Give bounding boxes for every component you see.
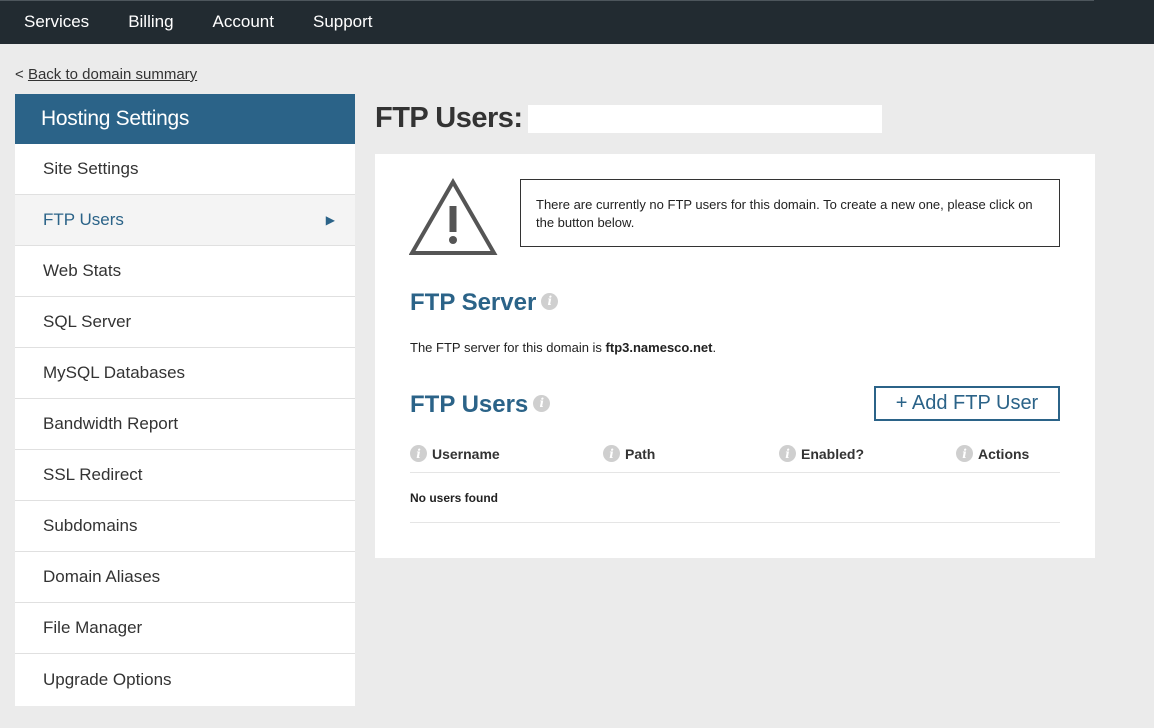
info-icon[interactable]: i: [533, 394, 551, 412]
sidebar-item-site-settings[interactable]: Site Settings: [15, 144, 355, 195]
page-title-text: FTP Users:: [375, 102, 523, 134]
sidebar-item-label: Upgrade Options: [43, 670, 172, 689]
nav-account[interactable]: Account: [213, 12, 274, 32]
column-header-enabled: i Enabled?: [779, 445, 864, 462]
ftp-server-heading-text: FTP Server: [410, 289, 537, 316]
column-header-label: Path: [625, 445, 656, 462]
table-header-divider: [410, 472, 1060, 473]
sidebar-item-web-stats[interactable]: Web Stats: [15, 246, 355, 297]
no-users-found-text: No users found: [410, 491, 499, 505]
sidebar-title: Hosting Settings: [15, 94, 355, 144]
top-nav: Services Billing Account Support: [24, 0, 412, 44]
sidebar-item-label: Site Settings: [43, 159, 139, 178]
ftp-users-heading-text: FTP Users: [410, 391, 529, 418]
sidebar-item-label: File Manager: [43, 618, 143, 637]
sidebar-item-label: FTP Users: [43, 210, 124, 229]
back-link-container: < Back to domain summary: [15, 66, 197, 83]
table-bottom-divider: [410, 522, 1060, 523]
ftp-server-text-suffix: .: [712, 340, 717, 355]
sidebar-item-ftp-users[interactable]: FTP Users ▶: [15, 195, 355, 246]
sidebar-item-bandwidth-report[interactable]: Bandwidth Report: [15, 399, 355, 450]
column-header-path: i Path: [603, 445, 655, 462]
redacted-domain-name: [527, 104, 882, 133]
back-chevron: <: [15, 66, 28, 83]
sidebar-item-subdomains[interactable]: Subdomains: [15, 501, 355, 552]
ftp-users-heading: FTP Users i: [410, 391, 551, 419]
info-icon[interactable]: i: [956, 445, 973, 462]
nav-billing[interactable]: Billing: [128, 12, 173, 32]
sidebar-item-mysql-databases[interactable]: MySQL Databases: [15, 348, 355, 399]
sidebar-item-file-manager[interactable]: File Manager: [15, 603, 355, 654]
sidebar-item-sql-server[interactable]: SQL Server: [15, 297, 355, 348]
sidebar-item-upgrade-options[interactable]: Upgrade Options: [15, 654, 355, 706]
top-navigation-bar: Services Billing Account Support: [0, 0, 1154, 44]
ftp-users-panel: There are currently no FTP users for thi…: [375, 154, 1095, 558]
column-header-label: Username: [432, 445, 500, 462]
add-ftp-user-button[interactable]: + Add FTP User: [874, 386, 1060, 421]
sidebar-item-ssl-redirect[interactable]: SSL Redirect: [15, 450, 355, 501]
sidebar-item-label: MySQL Databases: [43, 363, 186, 382]
column-header-label: Enabled?: [801, 445, 865, 462]
page-title: FTP Users:: [375, 102, 882, 135]
warning-triangle-icon: [409, 178, 498, 255]
sidebar-item-label: SQL Server: [43, 312, 132, 331]
nav-support[interactable]: Support: [313, 12, 373, 32]
back-to-domain-summary-link[interactable]: Back to domain summary: [28, 66, 197, 83]
nav-services[interactable]: Services: [24, 12, 89, 32]
active-arrow-icon: ▶: [325, 213, 335, 227]
info-icon[interactable]: i: [541, 292, 559, 310]
no-users-notice: There are currently no FTP users for thi…: [520, 179, 1060, 247]
column-header-username: i Username: [410, 445, 500, 462]
info-icon[interactable]: i: [410, 445, 427, 462]
sidebar-item-label: SSL Redirect: [43, 465, 143, 484]
sidebar-item-label: Web Stats: [43, 261, 122, 280]
info-icon[interactable]: i: [779, 445, 796, 462]
sidebar-item-label: Subdomains: [43, 516, 138, 535]
column-header-actions: i Actions: [956, 445, 1029, 462]
ftp-server-description: The FTP server for this domain is ftp3.n…: [410, 340, 716, 355]
hosting-settings-sidebar: Hosting Settings Site Settings FTP Users…: [15, 94, 355, 706]
column-header-label: Actions: [978, 445, 1030, 462]
sidebar-item-domain-aliases[interactable]: Domain Aliases: [15, 552, 355, 603]
sidebar-item-label: Bandwidth Report: [43, 414, 179, 433]
ftp-server-heading: FTP Server i: [410, 289, 559, 317]
sidebar-item-label: Domain Aliases: [43, 567, 161, 586]
ftp-server-text-prefix: The FTP server for this domain is: [410, 340, 606, 355]
info-icon[interactable]: i: [603, 445, 620, 462]
ftp-server-host: ftp3.namesco.net: [605, 340, 713, 355]
